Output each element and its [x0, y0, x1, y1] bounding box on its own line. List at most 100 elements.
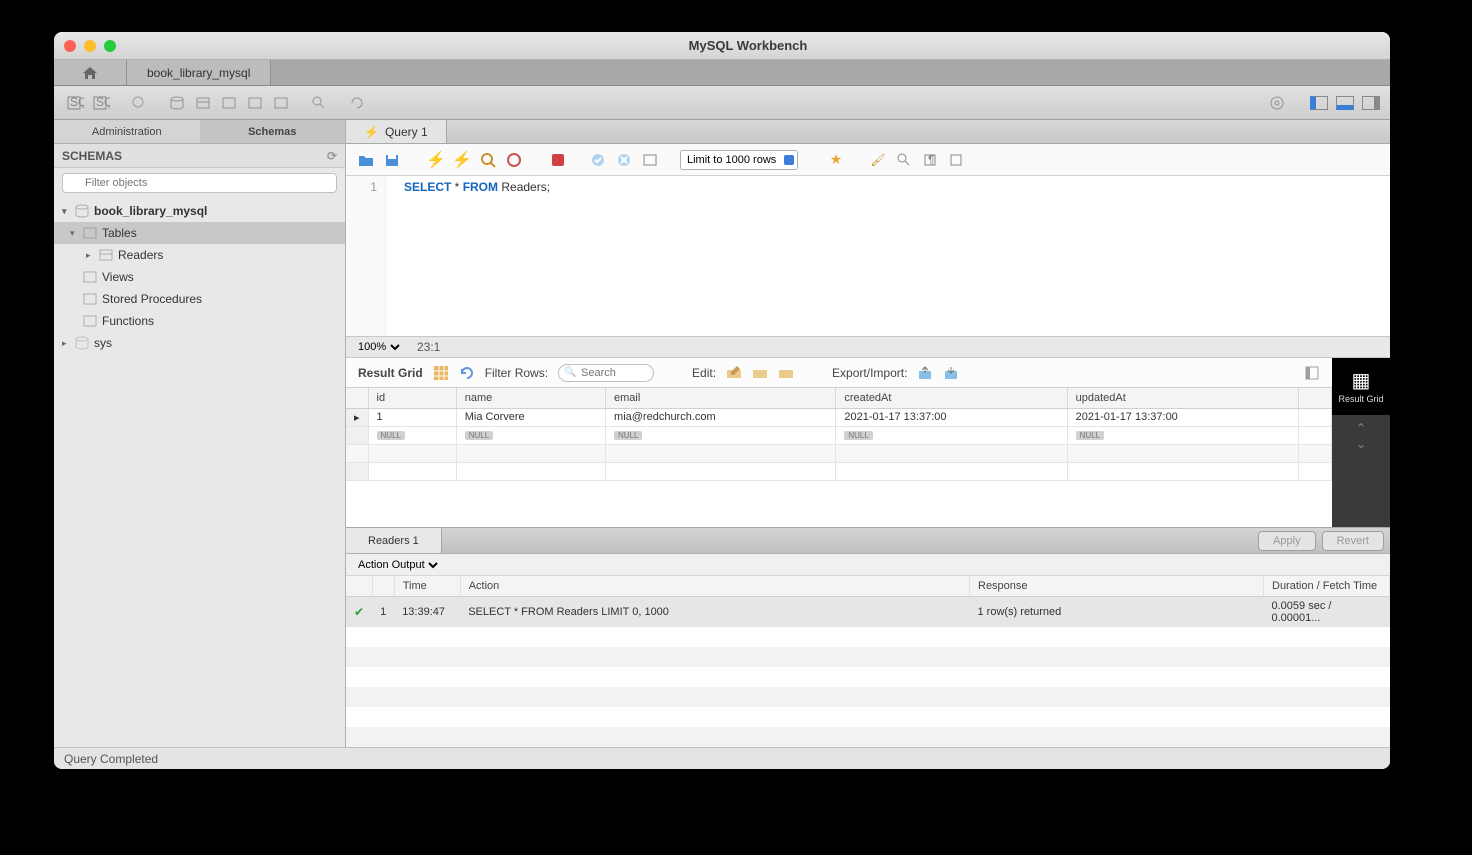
beautify-icon[interactable]: ★ — [826, 150, 846, 170]
result-grid[interactable]: id name email createdAt updatedAt ▸ 1 — [346, 388, 1332, 527]
find-icon[interactable] — [894, 150, 914, 170]
result-nav-arrows[interactable]: ⌃ ⌄ — [1356, 421, 1366, 451]
toggle-bottom-panel-icon[interactable] — [1336, 96, 1354, 110]
query-tab[interactable]: ⚡ Query 1 — [346, 120, 447, 143]
commit-icon[interactable] — [588, 150, 608, 170]
result-area: Result Grid Filter Rows: 🔍 Edit: — [346, 358, 1390, 553]
execute-current-icon[interactable]: ⚡ — [452, 150, 472, 170]
schema-tree: ▾ book_library_mysql ▾ Tables ▸ Readers … — [54, 198, 345, 747]
row-limit-select[interactable]: Limit to 1000 rows — [680, 150, 798, 170]
editor-statusbar: 100% 23:1 — [346, 336, 1390, 358]
administration-tab[interactable]: Administration — [54, 120, 200, 143]
traffic-lights — [64, 40, 116, 52]
export-icon[interactable] — [917, 365, 933, 381]
connection-tabs: book_library_mysql — [54, 60, 1390, 86]
footer-statusbar: Query Completed — [54, 747, 1390, 769]
sql-code[interactable]: SELECT * FROM Readers; — [386, 176, 1390, 336]
apply-button[interactable]: Apply — [1258, 531, 1316, 551]
output-area: Action Output Time Action Response Durat… — [346, 553, 1390, 747]
grid-icon: ▦ — [1332, 368, 1390, 393]
line-gutter: 1 — [346, 176, 386, 336]
tree-sys[interactable]: ▸ sys — [54, 332, 345, 354]
null-row[interactable]: NULL NULL NULL NULL NULL — [346, 426, 1332, 444]
output-table[interactable]: Time Action Response Duration / Fetch Ti… — [346, 576, 1390, 747]
tree-functions[interactable]: ▸ Functions — [54, 310, 345, 332]
edit-label: Edit: — [692, 366, 716, 380]
result-grid-view-button[interactable]: ▦ Result Grid — [1332, 358, 1390, 415]
cursor-position: 23:1 — [417, 340, 440, 354]
open-sql-icon[interactable]: SQL — [90, 92, 112, 114]
revert-button[interactable]: Revert — [1322, 531, 1384, 551]
col-name[interactable]: name — [456, 388, 605, 408]
lightning-icon: ⚡ — [364, 125, 379, 139]
tree-views[interactable]: ▸ Views — [54, 266, 345, 288]
success-icon: ✔ — [354, 605, 364, 619]
tree-db[interactable]: ▾ book_library_mysql — [54, 200, 345, 222]
delete-row-icon[interactable] — [778, 365, 794, 381]
search-icon: 🔍 — [564, 367, 576, 378]
refresh-schemas-icon[interactable]: ⟳ — [327, 149, 337, 163]
brush-icon[interactable]: 🖌 — [868, 150, 888, 170]
tree-table-readers[interactable]: ▸ Readers — [54, 244, 345, 266]
import-icon[interactable] — [943, 365, 959, 381]
add-func-icon[interactable] — [270, 92, 292, 114]
search-table-icon[interactable] — [308, 92, 330, 114]
execute-icon[interactable]: ⚡ — [426, 150, 446, 170]
main-toolbar: SQL SQL — [54, 86, 1390, 120]
toggle-left-panel-icon[interactable] — [1310, 96, 1328, 110]
open-file-icon[interactable] — [356, 150, 376, 170]
home-tab[interactable] — [54, 60, 127, 85]
app-window: MySQL Workbench book_library_mysql SQL S… — [54, 32, 1390, 769]
zoom-window-button[interactable] — [104, 40, 116, 52]
connection-tab[interactable]: book_library_mysql — [127, 60, 271, 85]
refresh-result-icon[interactable] — [459, 365, 475, 381]
explain-icon[interactable] — [478, 150, 498, 170]
svg-text:¶: ¶ — [928, 153, 934, 167]
output-type-select[interactable]: Action Output — [354, 558, 441, 572]
toggle-limit-icon[interactable] — [640, 150, 660, 170]
schemas-header: SCHEMAS ⟳ — [54, 144, 345, 168]
chevron-down-icon: ⌄ — [1356, 437, 1366, 451]
col-email[interactable]: email — [606, 388, 836, 408]
sql-editor[interactable]: 1 SELECT * FROM Readers; — [346, 176, 1390, 336]
schemas-tab[interactable]: Schemas — [200, 120, 346, 143]
filter-objects-input[interactable] — [62, 173, 337, 193]
filter-rows-label: Filter Rows: — [485, 366, 548, 380]
col-updatedat[interactable]: updatedAt — [1067, 388, 1298, 408]
col-id[interactable]: id — [368, 388, 456, 408]
new-sql-tab-icon[interactable]: SQL — [64, 92, 86, 114]
tree-tables[interactable]: ▾ Tables — [54, 222, 345, 244]
stop-icon[interactable] — [504, 150, 524, 170]
add-table-icon[interactable] — [192, 92, 214, 114]
output-row[interactable]: ✔ 1 13:39:47 SELECT * FROM Readers LIMIT… — [346, 596, 1390, 627]
grid-view-icon[interactable] — [433, 365, 449, 381]
rollback-icon[interactable] — [614, 150, 634, 170]
wrap-icon[interactable] — [946, 150, 966, 170]
data-row[interactable]: ▸ 1 Mia Corvere mia@redchurch.com 2021-0… — [346, 408, 1332, 426]
minimize-window-button[interactable] — [84, 40, 96, 52]
add-row-icon[interactable] — [752, 365, 768, 381]
result-grid-label: Result Grid — [358, 366, 423, 380]
result-tab-readers[interactable]: Readers 1 — [346, 528, 442, 553]
save-file-icon[interactable] — [382, 150, 402, 170]
tree-stored-procedures[interactable]: ▸ Stored Procedures — [54, 288, 345, 310]
close-window-button[interactable] — [64, 40, 76, 52]
toggle-right-panel-icon[interactable] — [1362, 96, 1380, 110]
result-toolbar: Result Grid Filter Rows: 🔍 Edit: — [346, 358, 1332, 388]
invisible-chars-icon[interactable]: ¶ — [920, 150, 940, 170]
toggle-autocommit-icon[interactable] — [548, 150, 568, 170]
zoom-select[interactable]: 100% — [354, 340, 403, 354]
add-proc-icon[interactable] — [244, 92, 266, 114]
settings-icon[interactable] — [1266, 92, 1288, 114]
col-createdat[interactable]: createdAt — [836, 388, 1067, 408]
chevron-up-icon: ⌃ — [1356, 421, 1366, 435]
edit-row-icon[interactable] — [726, 365, 742, 381]
wrap-cell-icon[interactable] — [1304, 365, 1320, 381]
reconnect-icon[interactable] — [346, 92, 368, 114]
add-schema-icon[interactable] — [166, 92, 188, 114]
inspector-icon[interactable] — [128, 92, 150, 114]
editor-area: ⚡ ⚡ Limit to 1000 rows ★ — [346, 144, 1390, 358]
main-area: ⚡ Query 1 ⚡ ⚡ — [346, 120, 1390, 747]
svg-text:SQL: SQL — [96, 95, 110, 109]
add-view-icon[interactable] — [218, 92, 240, 114]
